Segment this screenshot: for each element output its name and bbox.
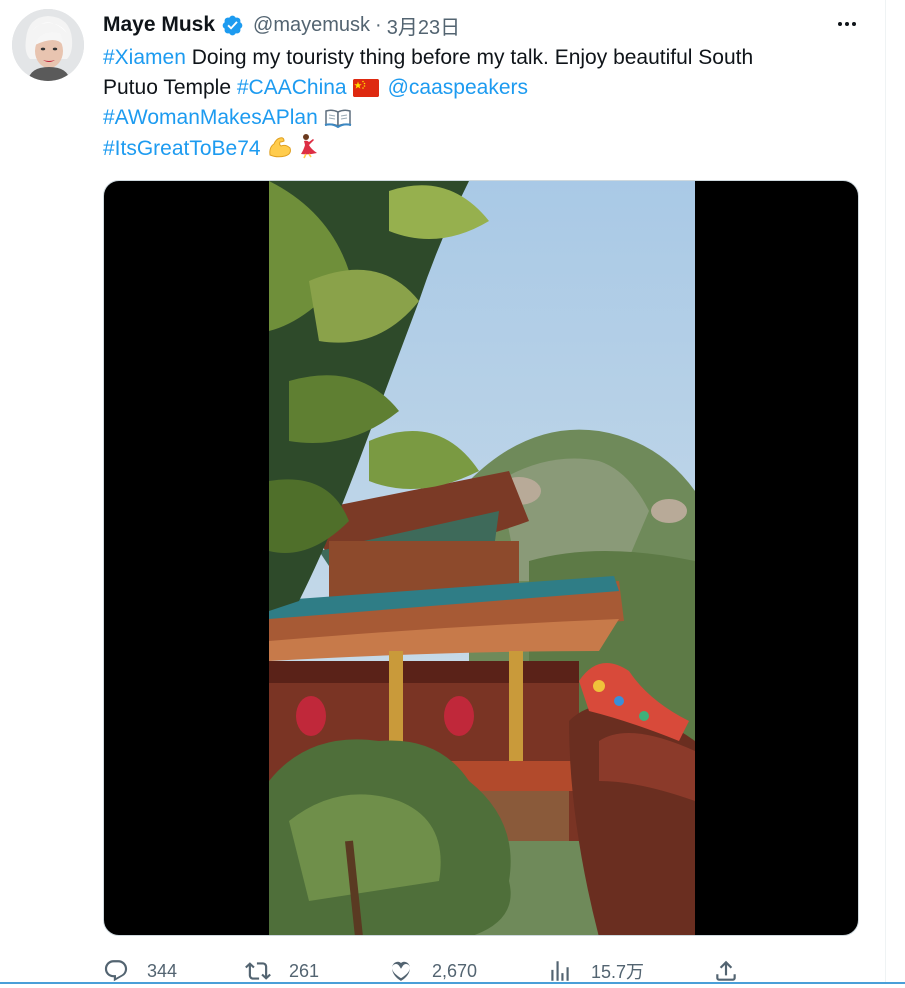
views-count: 15.7万 (591, 962, 645, 982)
timeline-divider (885, 0, 886, 984)
views-icon (551, 961, 569, 981)
hashtag-itsgreattobe74[interactable]: #ItsGreatToBe74 (103, 137, 261, 160)
tweet-media-video[interactable] (103, 180, 859, 936)
temple-scene-icon (269, 181, 695, 935)
author-handle[interactable]: @mayemusk (253, 14, 370, 37)
share-button[interactable] (713, 958, 739, 984)
retweet-icon (245, 962, 271, 980)
author-avatar[interactable] (12, 9, 84, 81)
tweet-text-segment: Putuo Temple (103, 76, 237, 99)
tweet-text-segment: Doing my touristy thing before my talk. … (185, 46, 754, 69)
retweet-count: 261 (289, 960, 320, 981)
like-count: 2,670 (432, 960, 478, 981)
author-name[interactable]: Maye Musk (103, 13, 215, 37)
china-flag-emoji (352, 79, 379, 97)
woman-dancing-emoji (295, 133, 321, 168)
heart-icon (392, 961, 410, 981)
profile-photo-icon (12, 9, 84, 81)
tweet-text: #Xiamen Doing my touristy thing before m… (103, 43, 843, 163)
more-options-button[interactable] (830, 10, 864, 38)
temple-video-thumbnail[interactable] (269, 181, 695, 935)
more-icon (838, 22, 856, 26)
hashtag-caachina[interactable]: #CAAChina (237, 76, 347, 99)
like-button[interactable]: 2,670 (388, 958, 477, 984)
reply-button[interactable]: 344 (103, 958, 177, 984)
verified-badge-icon (221, 14, 244, 37)
retweet-button[interactable]: 261 (245, 958, 319, 984)
tweet-header: Maye Musk @mayemusk · 3月23日 (103, 9, 460, 41)
reply-count: 344 (147, 960, 178, 981)
hashtag-awomanmakesaplan[interactable]: #AWomanMakesAPlan (103, 106, 318, 129)
hashtag-xiamen[interactable]: #Xiamen (103, 46, 186, 69)
tweet-date[interactable]: 3月23日 (387, 11, 460, 40)
mention-caaspeakers[interactable]: @caaspeakers (388, 76, 528, 99)
open-book-emoji (324, 107, 352, 137)
share-icon (716, 960, 736, 981)
flexed-biceps-emoji (267, 135, 293, 168)
header-separator: · (375, 13, 382, 36)
views-button[interactable]: 15.7万 (547, 958, 644, 984)
reply-icon (104, 960, 128, 982)
